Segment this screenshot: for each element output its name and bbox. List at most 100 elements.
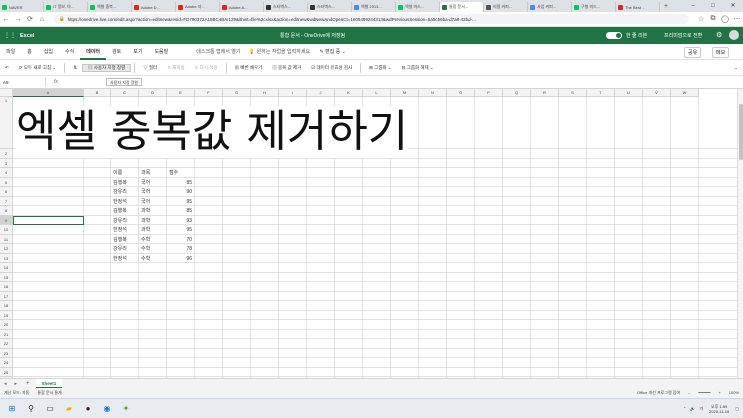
browser-tab[interactable]: 스타벅스... [308, 2, 352, 12]
ribbon-tab[interactable]: 데이터 [80, 44, 107, 60]
row-header[interactable]: 13 [0, 253, 13, 263]
column-header[interactable]: F [195, 89, 223, 97]
app-icon[interactable]: ✦ [119, 402, 133, 416]
row-header[interactable]: 2 [0, 149, 13, 159]
row-header[interactable]: 11 [0, 234, 13, 244]
refresh-all-button[interactable]: ⟳ 모두 새로 고침 ⌄ [14, 65, 61, 71]
ribbon-tab[interactable]: 도움말 [148, 44, 174, 60]
browser-tab[interactable]: NAVER [0, 2, 44, 12]
ribbon-tab[interactable]: 검토 [106, 44, 127, 60]
cell[interactable]: 과목 [141, 169, 150, 177]
clock[interactable]: 오후 1:59 2020-11-16 [709, 404, 729, 414]
browser-tab[interactable]: 엑셀 2013... [352, 2, 396, 12]
row-header[interactable]: 20 [0, 320, 13, 330]
row-header[interactable]: 17 [0, 291, 13, 301]
favorite-star-icon[interactable]: ☆ [695, 15, 707, 23]
browser-tab[interactable]: 스타벅스... [264, 2, 308, 12]
edit-mode-button[interactable]: ✎ 편집 중 ⌄ [319, 48, 345, 55]
cell[interactable]: 수학 [141, 255, 150, 263]
browser-tab[interactable]: 통합 문서... [440, 2, 484, 12]
browser-tab[interactable]: Adobe 자... [176, 2, 220, 12]
new-tab-button[interactable]: + [660, 2, 672, 12]
cell[interactable]: 국어 [141, 198, 150, 206]
row-header[interactable]: 25 [0, 367, 13, 377]
column-header[interactable]: A [13, 89, 84, 97]
windows-start-icon[interactable]: ⊞ [5, 402, 19, 416]
cell[interactable]: 이름 [113, 169, 122, 177]
column-header[interactable]: O [447, 89, 475, 97]
cell[interactable]: 수학 [141, 245, 150, 253]
column-header[interactable]: R [531, 89, 559, 97]
vertical-scrollbar[interactable] [737, 89, 743, 378]
tray-chevron-icon[interactable]: ⌃ [683, 406, 686, 411]
select-all-corner[interactable] [0, 89, 13, 97]
forward-icon[interactable]: → [12, 16, 24, 23]
column-header[interactable]: T [587, 89, 615, 97]
cell[interactable]: 78 [167, 245, 192, 253]
ribbon-tab[interactable]: 보기 [127, 44, 148, 60]
browser-tab[interactable]: Adobe D... [132, 2, 176, 12]
cell[interactable]: 강유리 [113, 217, 127, 225]
zoom-in-icon[interactable]: + [714, 390, 724, 396]
column-header[interactable]: S [559, 89, 587, 97]
browser-tab[interactable]: 리얼 커피... [484, 2, 528, 12]
column-header[interactable]: V [643, 89, 671, 97]
cell[interactable]: 한정석 [113, 255, 127, 263]
row-header[interactable]: 7 [0, 196, 13, 206]
cell[interactable]: 국어 [141, 188, 150, 196]
avatar[interactable] [729, 30, 739, 40]
cell[interactable]: 과학 [141, 217, 150, 225]
row-header[interactable]: 10 [0, 225, 13, 235]
selected-cell[interactable] [13, 215, 84, 225]
simple-ribbon-toggle[interactable] [606, 32, 622, 39]
ribbon-tab[interactable]: 파일 [0, 44, 21, 60]
browser-tab[interactable]: 엑셀 중복... [88, 2, 132, 12]
reapply-button[interactable]: ✕ 재적용 [162, 65, 189, 71]
zoom-slider[interactable]: ━━━━━ [694, 390, 714, 396]
column-header[interactable]: M [391, 89, 419, 97]
cell[interactable]: 96 [167, 255, 192, 263]
column-header[interactable]: G [223, 89, 251, 97]
remove-duplicates-button[interactable]: ▥ 중복 값 제거 [267, 65, 306, 71]
share-button[interactable]: 공유 [684, 47, 702, 58]
browser-tab[interactable]: 사업 커피... [528, 2, 572, 12]
row-header[interactable]: 12 [0, 244, 13, 254]
column-header[interactable]: C [111, 89, 139, 97]
browser-tab[interactable]: 엑셀 마스... [396, 2, 440, 12]
cell[interactable]: 김행복 [113, 207, 127, 215]
flash-fill-button[interactable]: ▦ 빠른 채우기 [230, 65, 268, 71]
open-desktop-button[interactable]: 데스크톱 앱에서 열기 [196, 48, 240, 55]
feedback-link[interactable]: Office 개선 프로그램 참여 [633, 390, 684, 396]
cell[interactable]: 한정석 [113, 198, 127, 206]
minimize-icon[interactable]: – [683, 0, 703, 12]
browser-tab[interactable]: Adobe A... [220, 2, 264, 12]
ime-lang[interactable]: 가 [699, 406, 703, 412]
more-commands-icon[interactable]: ⌄ [729, 65, 743, 71]
cell[interactable]: 수학 [141, 236, 150, 244]
fx-icon[interactable]: fx [54, 79, 58, 85]
workbook-stats[interactable]: 통합 문서 통계 [33, 390, 65, 396]
memo-button[interactable]: 메모 [712, 47, 730, 58]
sheet-tab-sheet1[interactable]: Sheet1 [35, 378, 63, 389]
task-view-icon[interactable]: ▭ [43, 402, 57, 416]
column-header[interactable]: L [363, 89, 391, 97]
cell[interactable]: 70 [167, 236, 192, 244]
column-header[interactable]: N [419, 89, 447, 97]
cell[interactable]: 90 [167, 188, 192, 196]
column-header[interactable]: K [335, 89, 363, 97]
row-header[interactable]: 18 [0, 301, 13, 311]
column-header[interactable]: H [251, 89, 279, 97]
row-header[interactable]: 9 [0, 215, 13, 225]
app-launcher-icon[interactable]: ⋮⋮ [4, 32, 16, 39]
scrollbar-thumb[interactable] [739, 104, 743, 160]
search-icon[interactable]: ⚲ [24, 402, 38, 416]
cell[interactable]: 김행복 [113, 179, 127, 187]
cell[interactable]: 95 [167, 198, 192, 206]
profile-icon[interactable]: ◯ [719, 15, 731, 23]
calc-mode[interactable]: 계산 모드: 자동 [0, 390, 33, 396]
ribbon-tab[interactable]: 수식 [59, 44, 80, 60]
undo-icon[interactable]: ↶ [0, 65, 14, 71]
column-header[interactable]: I [279, 89, 307, 97]
home-icon[interactable]: ⌂ [36, 16, 48, 23]
cell[interactable]: 과학 [141, 226, 150, 234]
